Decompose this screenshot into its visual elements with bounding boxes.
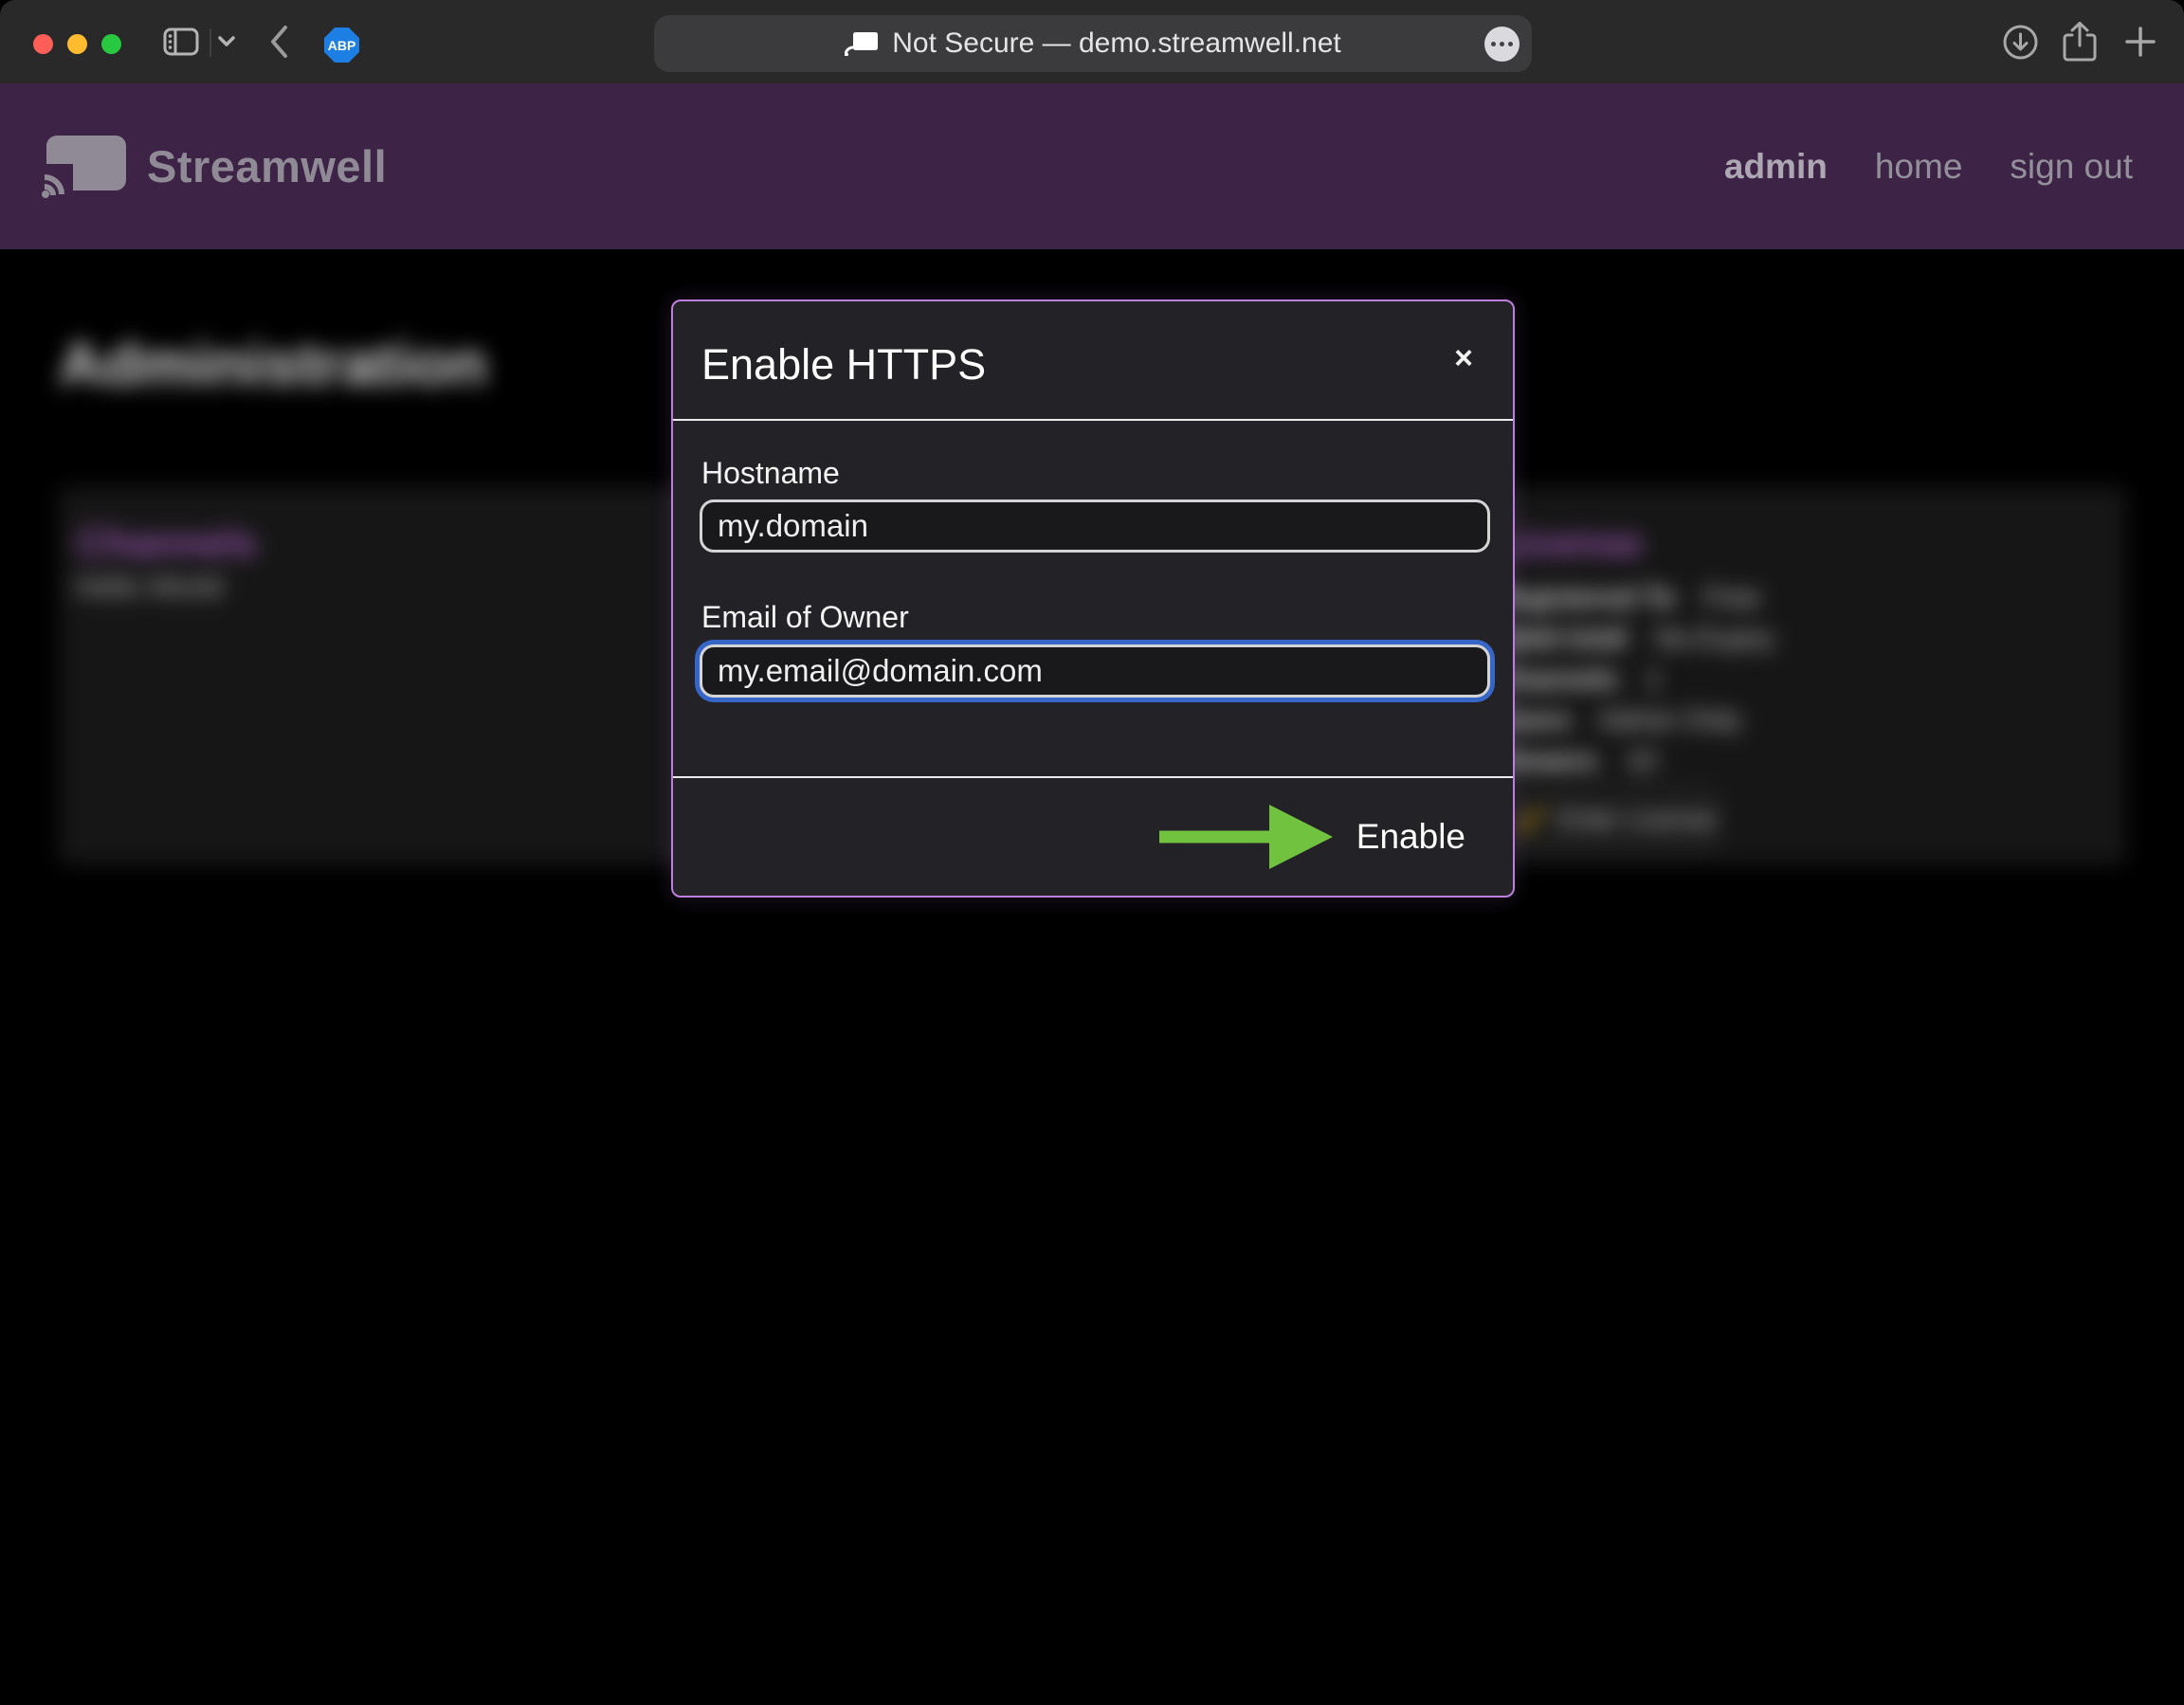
sidebar-toggle-icon[interactable]	[162, 0, 200, 83]
page-title: Administration	[59, 329, 487, 399]
address-bar-url: Not Secure — demo.streamwell.net	[892, 27, 1341, 60]
close-window-button[interactable]	[33, 34, 53, 54]
hostname-input[interactable]	[700, 499, 1490, 553]
license-row: Viewers10	[1494, 741, 1774, 782]
hostname-label: Hostname	[701, 456, 840, 491]
chevron-down-icon[interactable]	[216, 0, 237, 83]
enable-button[interactable]: Enable	[1356, 817, 1465, 857]
license-rows: Registered ToFree Valid UntilNo Expiry C…	[1494, 578, 1774, 782]
nav-home[interactable]: home	[1875, 147, 1963, 187]
safari-window: ABP Not Secure — demo.streamwell.net	[0, 0, 2184, 1705]
zoom-window-button[interactable]	[101, 34, 121, 54]
email-of-owner-input[interactable]	[700, 644, 1490, 698]
site-header: Streamwell admin home sign out	[0, 83, 2184, 249]
enter-license-button: Enter License	[1515, 789, 1718, 848]
address-bar[interactable]: Not Secure — demo.streamwell.net	[654, 15, 1532, 72]
license-row: Channels1	[1494, 660, 1774, 700]
email-of-owner-label: Email of Owner	[701, 600, 909, 635]
cast-logo-icon	[41, 136, 128, 198]
enable-https-modal: Enable HTTPS × Hostname Email of Owner E…	[671, 299, 1515, 898]
brand-name: Streamwell	[147, 140, 387, 192]
license-row: Valid UntilNo Expiry	[1494, 619, 1774, 660]
adblock-plus-icon[interactable]: ABP	[324, 27, 359, 63]
site-favicon-cast-icon	[845, 31, 879, 56]
page-menu-ellipsis-icon[interactable]	[1484, 27, 1520, 62]
license-heading: License	[1494, 520, 1642, 566]
modal-title: Enable HTTPS	[701, 340, 986, 390]
new-tab-icon[interactable]	[2121, 0, 2159, 83]
nav-sign-out[interactable]: sign out	[2010, 147, 2133, 187]
key-icon	[1518, 805, 1546, 833]
license-row: Registered ToFree	[1494, 578, 1774, 619]
modal-header-divider	[673, 419, 1513, 421]
close-icon[interactable]: ×	[1454, 342, 1473, 374]
main-nav: admin home sign out	[1724, 83, 2133, 249]
minimize-window-button[interactable]	[67, 34, 87, 54]
share-icon[interactable]	[2059, 0, 2101, 83]
green-arrow-annotation-icon	[1159, 805, 1333, 869]
back-icon[interactable]	[265, 0, 292, 83]
nav-admin[interactable]: admin	[1724, 147, 1828, 187]
license-row: UsersAdmin Only	[1494, 700, 1774, 741]
downloads-icon[interactable]	[2002, 0, 2038, 83]
channel-list-item: Hello World	[76, 571, 223, 604]
browser-toolbar: ABP Not Secure — demo.streamwell.net	[0, 0, 2184, 83]
toolbar-divider	[209, 28, 211, 57]
channels-heading: Channels	[78, 520, 257, 566]
streamwell-logo[interactable]: Streamwell	[41, 83, 387, 249]
modal-footer: Enable	[673, 776, 1513, 896]
